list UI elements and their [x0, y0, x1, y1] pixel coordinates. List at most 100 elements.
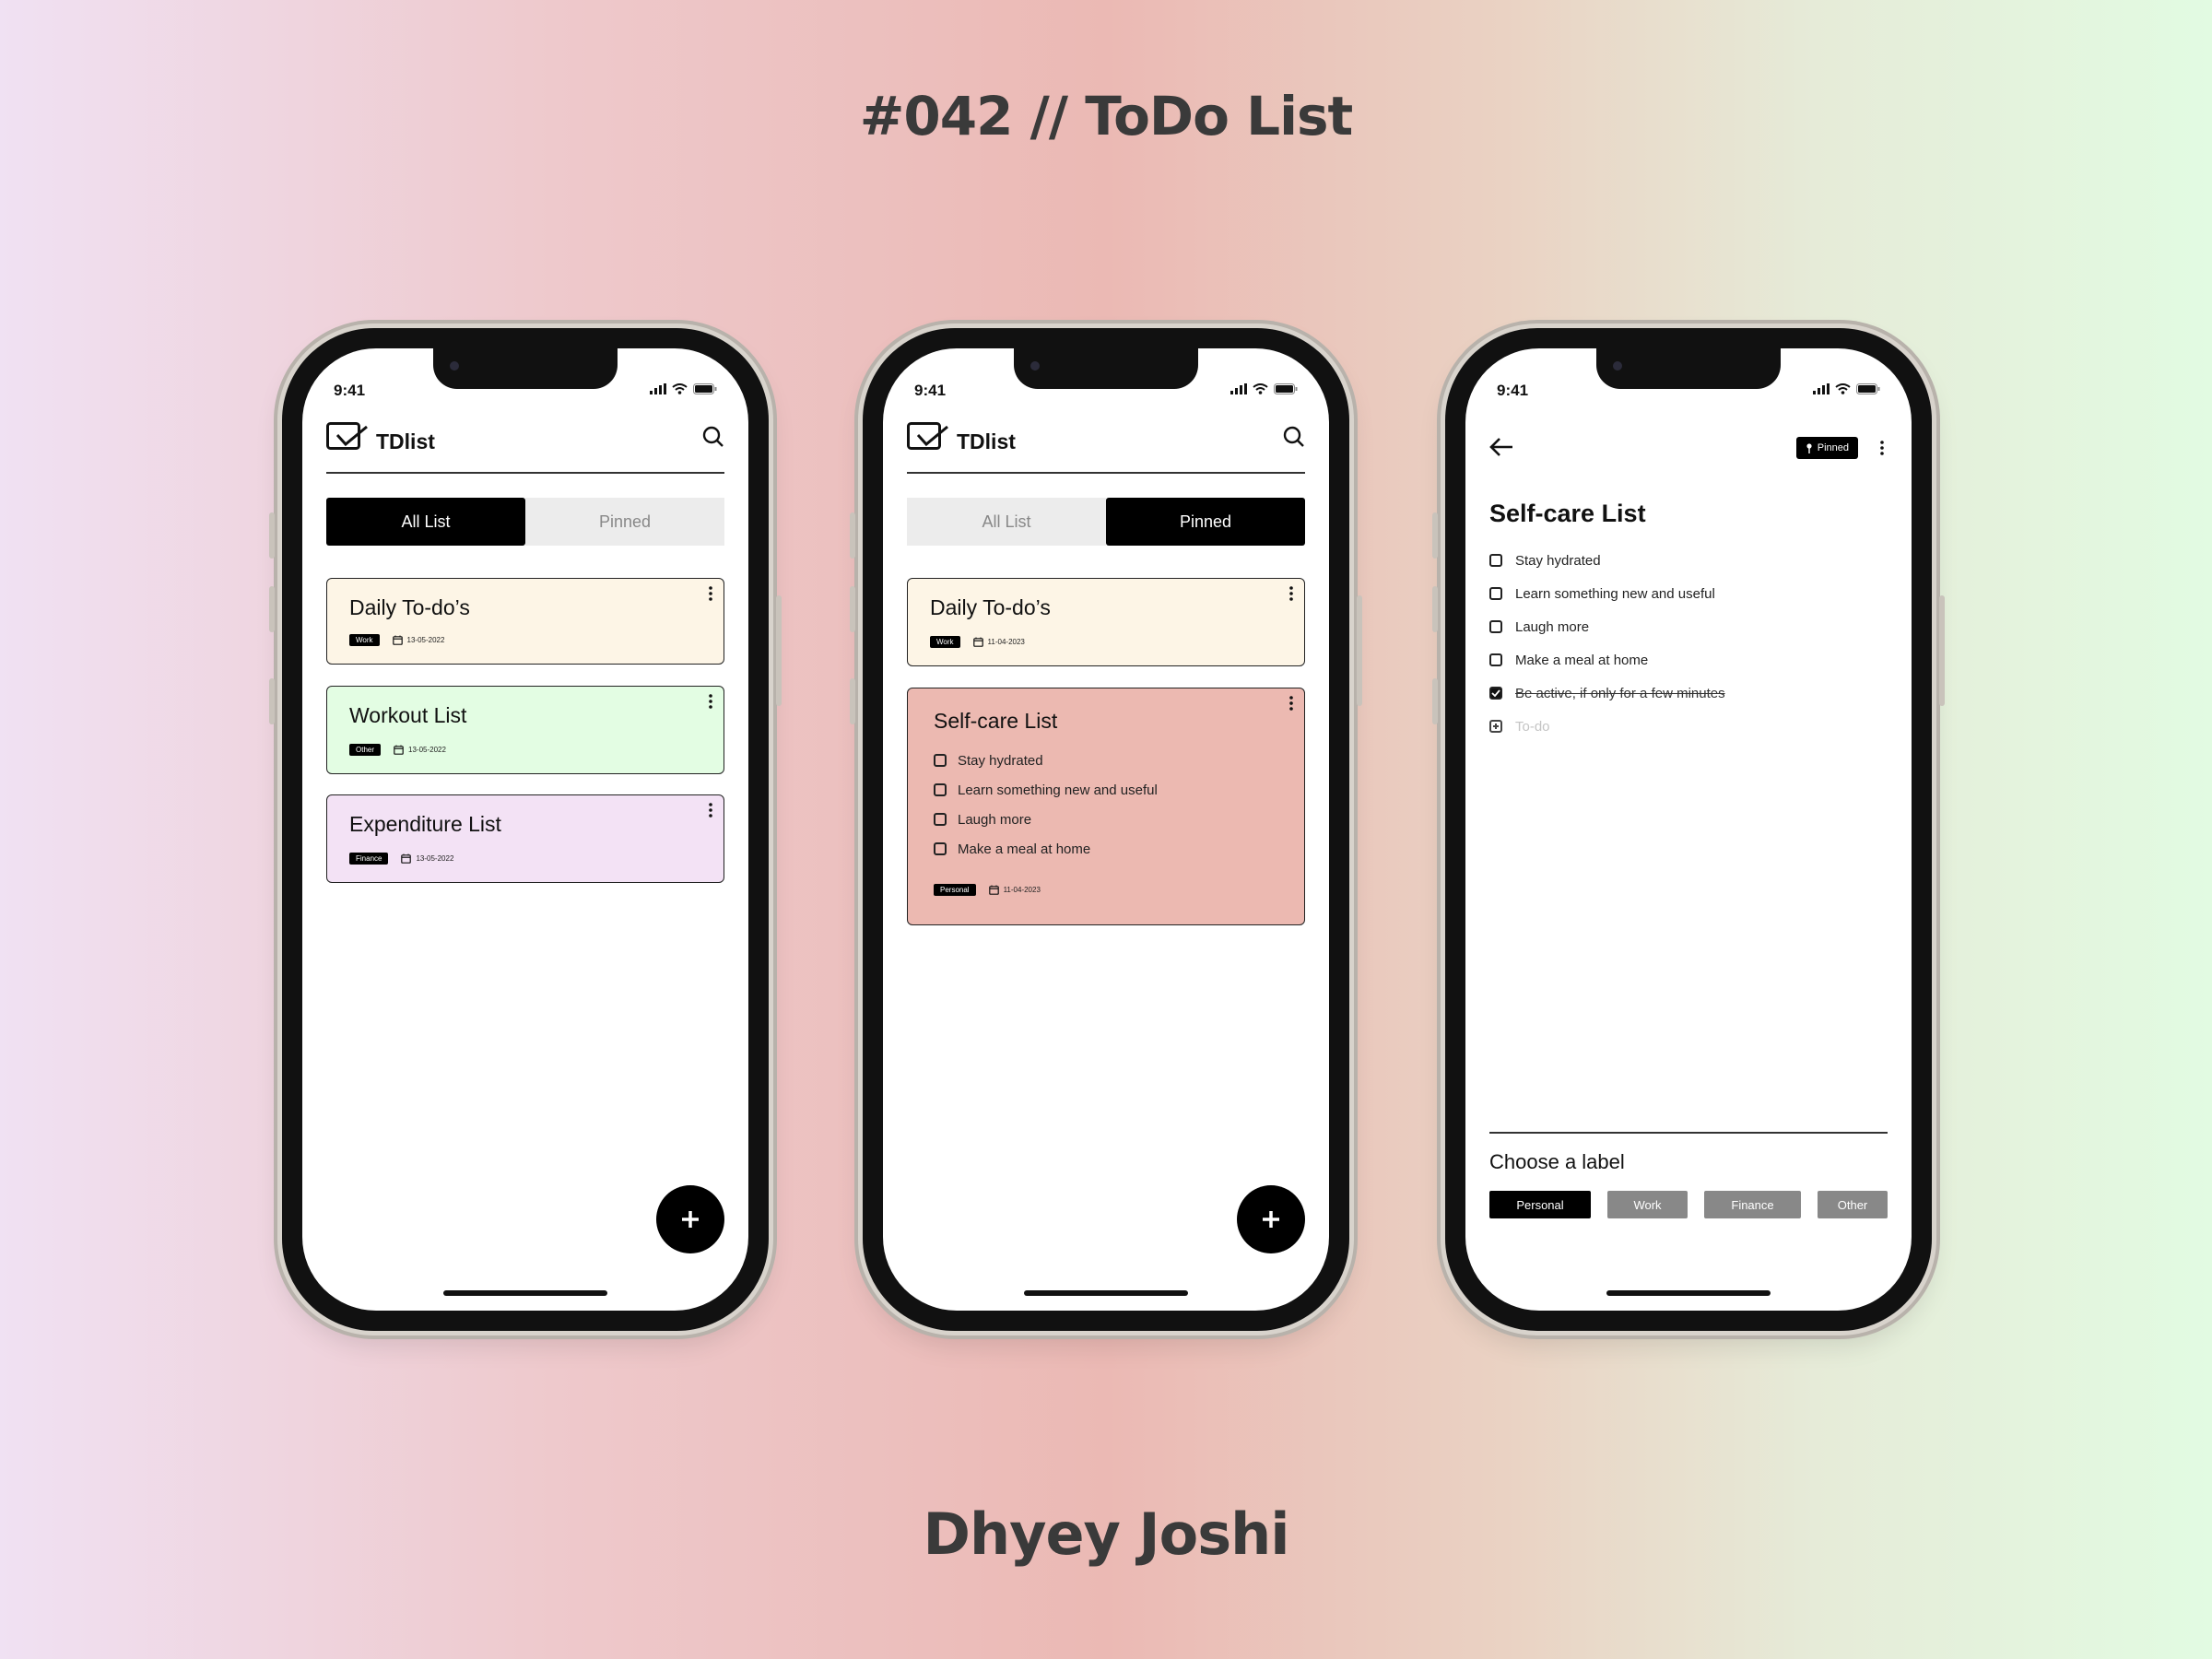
card-meta: Personal 11-04-2023 — [934, 884, 1041, 896]
search-icon[interactable] — [702, 426, 724, 448]
card-date: 13-05-2022 — [394, 745, 446, 755]
checkbox-checked[interactable] — [1489, 687, 1502, 700]
list-card-daily[interactable]: Daily To-do’s Work 11-04-2023 — [907, 578, 1305, 666]
label-chip-finance[interactable]: Finance — [1704, 1191, 1801, 1218]
screen-pinned: 9:41 TDlist All List Pinned Daily To-do’… — [883, 348, 1329, 1311]
calendar-icon — [394, 745, 404, 755]
phone-pinned: 9:41 TDlist All List Pinned Daily To-do’… — [850, 328, 1362, 1331]
todo-item[interactable]: Laugh more — [1489, 610, 1725, 643]
todo-item-completed[interactable]: Be active, if only for a few minutes — [1489, 677, 1725, 710]
signal-icon — [1813, 383, 1830, 394]
tab-bar: All List Pinned — [326, 498, 724, 546]
card-title: Daily To-do’s — [349, 595, 470, 619]
todo-text: Learn something new and useful — [958, 782, 1158, 798]
kebab-menu-icon[interactable] — [709, 803, 712, 818]
kebab-menu-icon[interactable] — [1289, 586, 1293, 601]
todo-item[interactable]: Stay hydrated — [934, 746, 1158, 775]
signal-icon — [650, 383, 666, 394]
calendar-icon — [972, 637, 983, 647]
checkbox[interactable] — [934, 783, 947, 796]
calendar-icon — [401, 853, 412, 864]
list-title: Self-care List — [1489, 500, 1646, 527]
notch — [1596, 348, 1781, 389]
camera — [1613, 361, 1622, 371]
todo-text: Make a meal at home — [1515, 652, 1649, 668]
todo-text: Make a meal at home — [958, 841, 1091, 857]
todo-item[interactable]: Laugh more — [934, 805, 1158, 834]
tab-all-list[interactable]: All List — [907, 498, 1106, 546]
checkbox[interactable] — [934, 842, 947, 855]
add-todo-placeholder[interactable]: To-do — [1515, 719, 1550, 735]
todo-item[interactable]: Make a meal at home — [934, 834, 1158, 864]
list-card-daily[interactable]: Daily To-do’s Work 13-05-2022 — [326, 578, 724, 665]
checkbox[interactable] — [1489, 620, 1502, 633]
app-header: TDlist — [907, 413, 1305, 474]
label-tag: Personal — [934, 884, 976, 896]
plus-square-icon[interactable] — [1489, 720, 1502, 733]
camera — [1030, 361, 1040, 371]
label-chip-other[interactable]: Other — [1818, 1191, 1888, 1218]
card-date: 11-04-2023 — [972, 637, 1025, 647]
todo-text: Laugh more — [958, 811, 1032, 828]
status-time: 9:41 — [334, 382, 366, 399]
label-chip-personal[interactable]: Personal — [1489, 1191, 1591, 1218]
arrow-left-icon[interactable] — [1489, 437, 1513, 457]
pinned-label: Pinned — [1817, 442, 1849, 453]
todo-list: Stay hydrated Learn something new and us… — [1489, 544, 1725, 743]
todo-list: Stay hydrated Learn something new and us… — [934, 746, 1158, 864]
tab-pinned[interactable]: Pinned — [1106, 498, 1305, 546]
kebab-menu-icon[interactable] — [1880, 441, 1884, 455]
signal-icon — [1230, 383, 1247, 394]
checkbox[interactable] — [934, 813, 947, 826]
tab-pinned[interactable]: Pinned — [525, 498, 724, 546]
wifi-icon — [1253, 383, 1268, 394]
kebab-menu-icon[interactable] — [709, 694, 712, 709]
status-icons — [650, 383, 717, 394]
search-icon[interactable] — [1283, 426, 1305, 448]
label-section-title: Choose a label — [1489, 1150, 1625, 1173]
tab-bar: All List Pinned — [907, 498, 1305, 546]
home-indicator — [443, 1290, 607, 1296]
add-list-button[interactable] — [1237, 1185, 1305, 1253]
kebab-menu-icon[interactable] — [709, 586, 712, 601]
home-indicator — [1606, 1290, 1771, 1296]
label-chip-work[interactable]: Work — [1607, 1191, 1688, 1218]
phone-all-list: 9:41 TDlist All List Pinned Daily To-do’… — [269, 328, 782, 1331]
todo-item[interactable]: Make a meal at home — [1489, 643, 1725, 677]
tab-all-list[interactable]: All List — [326, 498, 525, 546]
label-chip-group: Personal Work Finance Other — [1489, 1191, 1888, 1218]
label-tag: Other — [349, 744, 382, 756]
date-text: 13-05-2022 — [408, 746, 446, 754]
checkbox[interactable] — [1489, 653, 1502, 666]
todo-item[interactable]: Learn something new and useful — [934, 775, 1158, 805]
status-icons — [1230, 383, 1298, 394]
status-icons — [1813, 383, 1880, 394]
pin-icon — [1806, 442, 1812, 453]
check-icon — [1491, 689, 1500, 697]
kebab-menu-icon[interactable] — [1289, 696, 1293, 711]
notch — [1014, 348, 1198, 389]
list-card-expenditure[interactable]: Expenditure List Finance 13-05-2022 — [326, 794, 724, 883]
screen-all-list: 9:41 TDlist All List Pinned Daily To-do’… — [302, 348, 748, 1311]
add-list-button[interactable] — [656, 1185, 724, 1253]
list-card-workout[interactable]: Workout List Other 13-05-2022 — [326, 686, 724, 774]
checkbox[interactable] — [1489, 554, 1502, 567]
todo-text: Laugh more — [1515, 618, 1590, 635]
pinned-button[interactable]: Pinned — [1795, 437, 1858, 459]
check-square-icon — [907, 422, 948, 450]
date-text: 11-04-2023 — [1003, 886, 1041, 894]
home-indicator — [1024, 1290, 1188, 1296]
wifi-icon — [672, 383, 688, 394]
checkbox[interactable] — [1489, 587, 1502, 600]
checkbox[interactable] — [934, 754, 947, 767]
todo-item[interactable]: Learn something new and useful — [1489, 577, 1725, 610]
status-time: 9:41 — [1497, 382, 1529, 399]
card-meta: Finance 13-05-2022 — [349, 853, 453, 865]
list-card-self-care[interactable]: Self-care List Stay hydrated Learn somet… — [907, 688, 1305, 925]
app-header: TDlist — [326, 413, 724, 474]
card-meta: Work 13-05-2022 — [349, 634, 444, 646]
add-todo-row[interactable]: To-do — [1489, 710, 1725, 743]
todo-item[interactable]: Stay hydrated — [1489, 544, 1725, 577]
wifi-icon — [1835, 383, 1851, 394]
battery-icon — [693, 383, 717, 394]
